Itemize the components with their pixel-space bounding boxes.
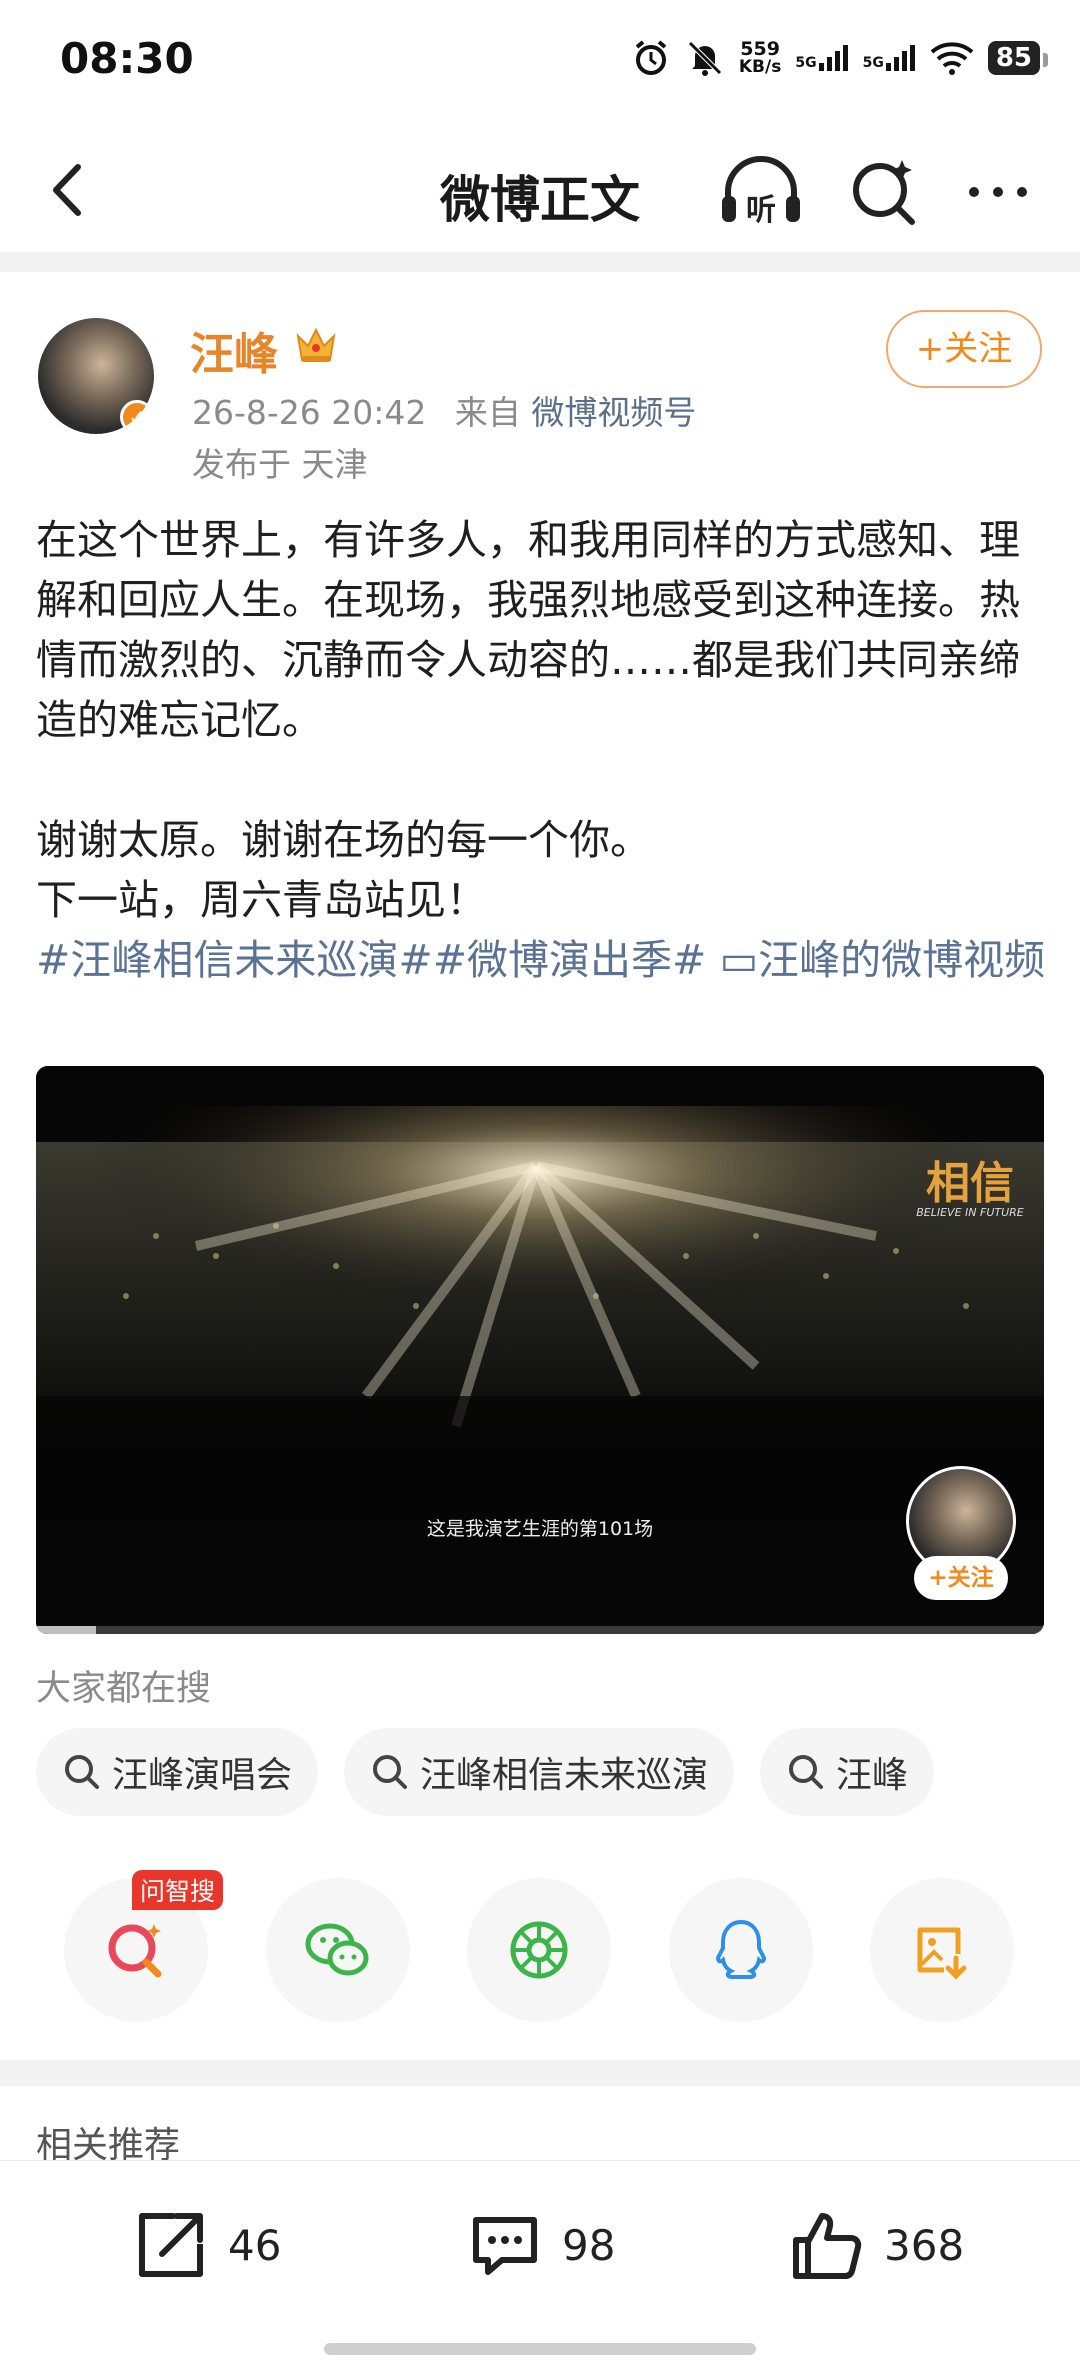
- post-body: 在这个世界上，有许多人，和我用同样的方式感知、理解和回应人生。在现场，我强烈地感…: [36, 510, 1046, 990]
- search-ai-icon: [108, 1924, 162, 1978]
- post-line: 谢谢太原。谢谢在场的每一个你。: [36, 816, 651, 864]
- save-image-icon: [917, 1927, 967, 1980]
- video-follow-button[interactable]: +关注: [914, 1556, 1008, 1600]
- listen-label: 听: [746, 193, 776, 228]
- net-speed-unit: KB/s: [738, 57, 782, 77]
- bottom-action-bar: 46 98 368: [0, 2160, 1080, 2376]
- status-time: 08:30: [60, 34, 194, 83]
- tour-logo-text: 相信: [926, 1158, 1014, 1209]
- signal-2: 5G: [863, 45, 916, 71]
- verified-badge-icon: ✓: [120, 400, 154, 434]
- status-bar: 08:30 559 KB/s 5G 5G 85: [0, 0, 1080, 120]
- author-name[interactable]: 汪峰: [190, 318, 278, 382]
- hot-search-chip[interactable]: 汪峰演唱会: [36, 1728, 319, 1816]
- post-line: 下一站，周六青岛站见！: [36, 876, 487, 924]
- source-prefix: 来自: [454, 393, 521, 432]
- battery-indicator: 85: [987, 41, 1049, 75]
- share-wechat-button[interactable]: [265, 1878, 410, 2022]
- follow-button[interactable]: +关注: [886, 310, 1042, 388]
- video-player[interactable]: 相信 BELIEVE IN FUTURE 这是我演艺生涯的第101场 +关注: [36, 1066, 1044, 1634]
- video-progress-fill: [36, 1626, 97, 1634]
- repost-icon: [139, 2213, 203, 2277]
- thumbs-up-icon: [793, 2213, 862, 2279]
- repost-button[interactable]: 46: [132, 2205, 281, 2285]
- net-speed: 559 KB/s: [738, 38, 782, 77]
- share-moments-button[interactable]: [467, 1878, 611, 2022]
- hot-search-title: 大家都在搜: [36, 1669, 212, 1709]
- hot-search-label: 汪峰演唱会: [112, 1755, 293, 1796]
- hot-search-label: 汪峰: [836, 1755, 909, 1796]
- ai-search-button[interactable]: 问智搜: [64, 1870, 224, 2022]
- comment-icon: [473, 2217, 537, 2275]
- nav-bar: 微博正文 听: [0, 130, 1080, 250]
- tour-logo-subtitle: BELIEVE IN FUTURE: [916, 1206, 1024, 1219]
- video-progress-bar[interactable]: [36, 1626, 1044, 1634]
- mute-icon: [688, 41, 722, 76]
- search-icon[interactable]: [846, 154, 922, 230]
- signal-bars-icon: [885, 45, 915, 71]
- repost-count: 46: [228, 2220, 282, 2270]
- headphones-listen-icon[interactable]: 听: [718, 154, 804, 230]
- post-paragraph: 在这个世界上，有许多人，和我用同样的方式感知、理解和回应人生。在现场，我强烈地感…: [36, 516, 1020, 744]
- post-location: 发布于 天津: [192, 445, 368, 484]
- post-timestamp: 26-8-26 20:42: [192, 393, 427, 432]
- share-row: 问智搜: [64, 1870, 1014, 2024]
- post-hashtags[interactable]: #汪峰相信未来巡演##微博演出季# ▭汪峰的微博视频: [36, 930, 1046, 990]
- save-image-button[interactable]: [870, 1878, 1014, 2022]
- like-button[interactable]: 368: [788, 2205, 964, 2285]
- hot-search-chips: 汪峰演唱会 汪峰相信未来巡演 汪峰: [36, 1728, 935, 1816]
- status-icons: 559 KB/s 5G 5G 85: [631, 30, 1049, 86]
- search-icon: [373, 1755, 408, 1789]
- wifi-icon: [930, 42, 974, 75]
- author-avatar[interactable]: ✓: [38, 318, 154, 434]
- concert-scene-image: [36, 1066, 1044, 1634]
- comment-count: 98: [562, 2220, 616, 2270]
- tour-logo: 相信 BELIEVE IN FUTURE: [910, 1162, 1030, 1282]
- qq-icon: [715, 1919, 766, 1979]
- section-divider: [0, 2060, 1080, 2086]
- search-icon: [789, 1755, 824, 1789]
- signal-2-label: 5G: [862, 55, 884, 71]
- moments-icon: [510, 1921, 568, 1979]
- net-speed-value: 559: [740, 38, 780, 60]
- hot-search-chip[interactable]: 汪峰: [760, 1728, 935, 1816]
- hot-search-label: 汪峰相信未来巡演: [420, 1755, 709, 1796]
- comment-button[interactable]: 98: [466, 2205, 615, 2285]
- signal-bars-icon: [818, 45, 848, 71]
- post-source-link[interactable]: 微博视频号: [531, 393, 696, 432]
- hot-search-chip[interactable]: 汪峰相信未来巡演: [344, 1728, 735, 1816]
- signal-1: 5G: [795, 45, 848, 71]
- post-meta: 26-8-26 20:42 来自 微博视频号: [192, 386, 696, 434]
- ai-search-badge: 问智搜: [132, 1870, 224, 1910]
- video-subtitle: 这是我演艺生涯的第101场: [426, 1518, 654, 1540]
- like-count: 368: [884, 2220, 965, 2270]
- signal-1-label: 5G: [795, 55, 817, 71]
- alarm-icon: [635, 40, 667, 75]
- wechat-icon: [305, 1923, 368, 1976]
- share-qq-button[interactable]: [668, 1878, 813, 2022]
- section-divider: [0, 252, 1080, 272]
- search-icon: [65, 1755, 99, 1789]
- more-options-icon[interactable]: [960, 154, 1036, 230]
- crown-badge-icon[interactable]: [292, 322, 340, 366]
- home-indicator[interactable]: [324, 2343, 756, 2355]
